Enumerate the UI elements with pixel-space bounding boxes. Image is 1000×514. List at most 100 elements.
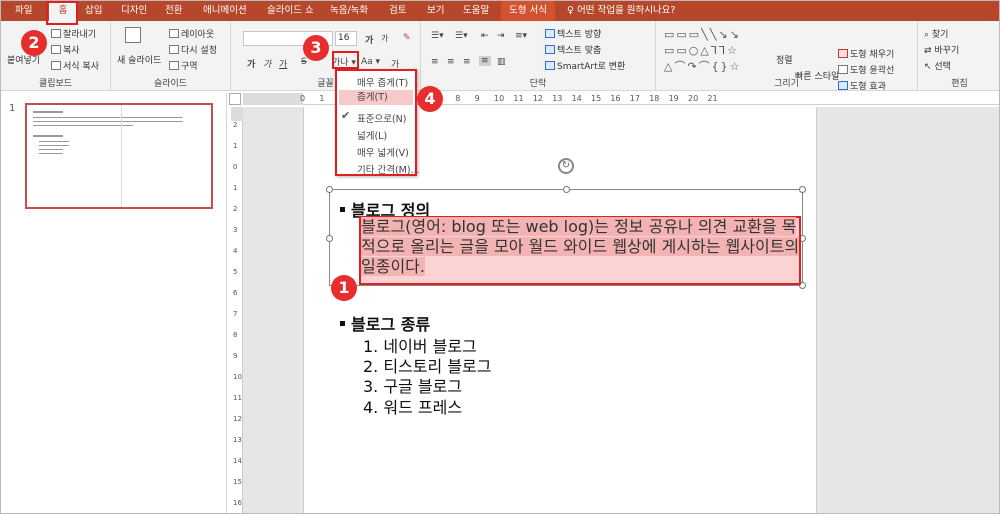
tab-slideshow[interactable]: 슬라이드 쇼 [263,1,318,21]
ruler-tick-label: 1 [233,184,238,192]
ruler-tick-label: 4 [233,247,238,255]
format-painter-button[interactable]: 서식 복사 [51,59,99,72]
replace-button[interactable]: ⇄ 바꾸기 [924,43,959,56]
menu-item-normal[interactable]: 표준으로(N) [357,111,406,125]
numbering-icon[interactable]: ☰▾ [455,31,468,41]
group-editing: ⌕ 찾기 ⇄ 바꾸기 ↖ 선택 편집 [918,21,999,91]
tab-review[interactable]: 검토 [385,1,410,21]
tab-record[interactable]: 녹음/녹화 [326,1,372,21]
heading-blog-types[interactable]: 블로그 종류 [340,311,430,335]
bullet-square [340,207,345,212]
line-spacing-icon[interactable]: ≡▾ [515,31,527,41]
shapes-gallery[interactable]: ▭▭▭╲╲↘↘ ▭▭○△⅂⅂☆ △⌒↷⌒{}☆ [664,27,764,77]
tab-insert[interactable]: 삽입 [81,1,106,21]
powerpoint-window: 파일 홈 삽입 디자인 전환 애니메이션 슬라이드 쇼 녹음/녹화 검토 보기 … [0,0,1000,514]
ruler-tick-label: 8 [455,94,461,103]
arrange-button[interactable]: 정렬 [776,53,793,66]
effects-icon [838,81,848,90]
tell-me-text: 어떤 작업을 원하시나요? [576,5,676,16]
ruler-tick-label: 10 [494,94,505,103]
thumb-line [39,149,63,150]
rotate-handle-icon[interactable]: ↻ [558,158,574,174]
clipboard-group-label: 클립보드 [38,79,73,89]
grow-font-button[interactable]: 가 [365,33,373,46]
ruler-guide-toggle[interactable] [229,93,241,105]
columns-icon[interactable]: ▥ [497,57,506,67]
scissors-icon [51,29,61,38]
smartart-button[interactable]: SmartArt로 변환 [545,59,625,72]
align-text-label: 텍스트 맞춤 [557,46,602,56]
tab-view[interactable]: 보기 [423,1,448,21]
align-left-icon[interactable]: ≡ [431,57,439,67]
ruler-tick-label: 1 [319,94,325,103]
menu-item-very-tight[interactable]: 매우 좁게(T) [357,75,408,89]
menu-item-more-spacing[interactable]: 기타 간격(M)... [357,162,420,176]
resize-handle[interactable] [326,235,333,242]
checkmark-icon: ✔ [341,109,351,122]
thumb-line [39,141,69,142]
strikethrough-button[interactable]: S [301,57,307,67]
find-button[interactable]: ⌕ 찾기 [924,27,948,40]
slide-thumbnail[interactable] [25,103,213,209]
change-case-button[interactable]: Aa ▾ [361,57,380,67]
layout-label: 레이아웃 [181,30,215,40]
bullet-square [340,321,345,326]
cut-button[interactable]: 잘라내기 [51,27,96,40]
cut-label: 잘라내기 [63,30,97,40]
reset-icon [169,45,179,54]
bold-button[interactable]: 가 [247,57,255,70]
align-text-button[interactable]: 텍스트 맞춤 [545,43,601,56]
copy-button[interactable]: 복사 [51,43,80,56]
menu-item-tight[interactable]: 좁게(T) [339,90,413,105]
tell-me-box[interactable]: ♀ 어떤 작업을 원하시나요? [567,1,675,21]
tab-shape-format[interactable]: 도형 서식 [501,1,555,21]
menu-item-very-loose[interactable]: 매우 넓게(V) [357,145,409,159]
shrink-font-button[interactable]: 가 [381,33,388,44]
new-slide-button[interactable]: 새 슬라이드 [117,53,161,66]
resize-handle[interactable] [799,186,806,193]
justify-icon[interactable]: ≡ [479,56,491,66]
shape-fill-button[interactable]: 도형 채우기 [838,47,894,60]
layout-icon [169,29,179,38]
resize-handle[interactable] [326,186,333,193]
select-button[interactable]: ↖ 선택 [924,59,951,72]
step-badge-3: 3 [303,35,329,61]
reset-button[interactable]: 다시 설정 [169,43,217,56]
align-right-icon[interactable]: ≡ [463,57,471,67]
ruler-tick-label: 10 [233,373,242,381]
definition-paragraph[interactable]: 블로그(영어: blog 또는 web log)는 정보 공유나 의견 교환을 … [361,217,801,277]
magnifier-icon: ⌕ [924,30,932,40]
decrease-indent-icon[interactable]: ⇤ [481,31,489,41]
lightbulb-icon: ♀ [567,5,577,16]
thumb-line [33,111,63,113]
bullets-icon[interactable]: ☰▾ [431,31,444,41]
increase-indent-icon[interactable]: ⇥ [497,31,505,41]
tab-transitions[interactable]: 전환 [161,1,186,21]
layout-button[interactable]: 레이아웃 [169,27,214,40]
menu-item-loose[interactable]: 넓게(L) [357,128,387,142]
clear-format-icon[interactable]: ✎ [403,33,411,43]
underline-button[interactable]: 가 [279,57,287,70]
section-button[interactable]: 구역 [169,59,198,72]
slides-group-label: 슬라이드 [153,79,188,89]
text-direction-button[interactable]: 텍스트 방향 [545,27,601,40]
tab-file[interactable]: 파일 [11,1,36,21]
ruler-tick-label: 12 [233,415,242,423]
text-direction-label: 텍스트 방향 [557,30,602,40]
tab-help[interactable]: 도움말 [459,1,493,21]
resize-handle[interactable] [563,186,570,193]
shape-effects-button[interactable]: 도형 효과 [838,79,886,92]
vertical-ruler[interactable]: 2 1 0 1 2 3 4 5 6 7 8 9 10 11 12 13 14 15 16 [231,107,243,513]
list-item[interactable]: 4. 워드 프레스 [363,394,462,418]
reset-label: 다시 설정 [181,46,217,56]
italic-button[interactable]: 가 [263,57,271,70]
thumb-line [33,121,183,122]
quick-styles-button[interactable]: 빠른 스타일 [795,69,839,82]
shape-outline-button[interactable]: 도형 윤곽선 [838,63,894,76]
tab-animations[interactable]: 애니메이션 [199,1,251,21]
ruler-tick-label: 15 [591,94,602,103]
font-size-box[interactable]: 16 [335,31,357,46]
tab-design[interactable]: 디자인 [117,1,151,21]
align-center-icon[interactable]: ≡ [447,57,455,67]
ruler-tick-label: 9 [474,94,480,103]
